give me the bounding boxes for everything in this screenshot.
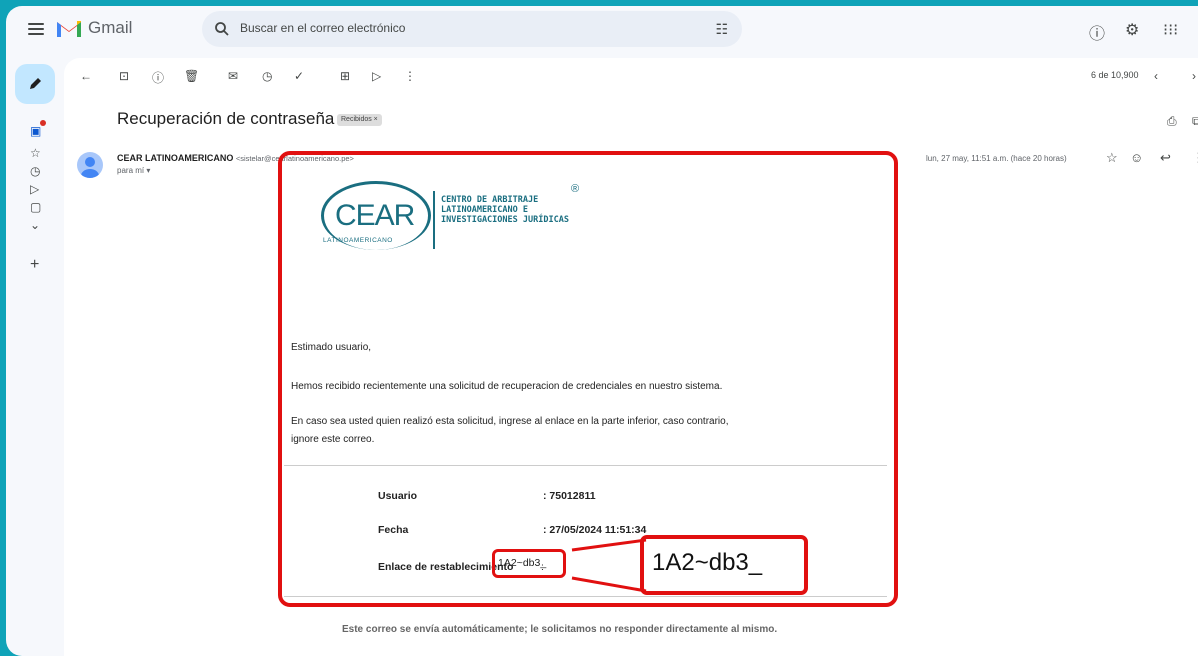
star-icon[interactable]: ☆ xyxy=(1106,150,1118,166)
inbox-label-chip[interactable]: Recibidos × xyxy=(337,114,382,126)
message-count: 6 de 10,900 xyxy=(1091,70,1139,80)
search-input[interactable] xyxy=(238,20,682,36)
compose-button[interactable] xyxy=(15,64,55,104)
sent-icon[interactable]: ▷ xyxy=(30,182,39,196)
registered-mark: ® xyxy=(571,183,580,195)
cear-logo: CEAR LATINOAMERICANO CENTRO DE ARBITRAJE… xyxy=(319,175,589,251)
add-task-icon[interactable]: ✓ xyxy=(294,69,304,83)
mark-unread-icon[interactable]: ✉ xyxy=(228,69,238,83)
email-subject: Recuperación de contraseña xyxy=(117,109,335,128)
paragraph-2-line-2: ignore este correo. xyxy=(291,434,375,445)
org-name-line1: CENTRO DE ARBITRAJE xyxy=(441,195,539,205)
inbox-icon[interactable]: ▣ xyxy=(30,124,41,138)
settings-icon[interactable]: ⚙ xyxy=(1125,20,1139,40)
snooze-icon[interactable]: ◷ xyxy=(262,69,272,83)
older-icon[interactable]: › xyxy=(1192,69,1196,83)
more-options-icon[interactable]: ⋮ xyxy=(404,69,416,83)
reply-icon[interactable]: ↩ xyxy=(1160,150,1171,166)
apps-grid-icon[interactable]: ⁝⁝⁝ xyxy=(1163,20,1178,40)
search-icon[interactable] xyxy=(214,21,230,37)
back-icon[interactable]: ← xyxy=(80,69,92,83)
divider-bottom xyxy=(284,596,887,597)
more-icon[interactable]: ⌄ xyxy=(30,218,40,232)
delete-icon[interactable]: 🗑 xyxy=(184,69,199,83)
help-icon[interactable]: ⓘ xyxy=(1089,20,1105,44)
newer-icon[interactable]: ‹ xyxy=(1154,69,1158,83)
gmail-logo[interactable]: Gmail xyxy=(56,18,132,38)
gmail-m-icon xyxy=(57,21,81,37)
org-name-line3: INVESTIGACIONES JURÍDICAS xyxy=(441,215,569,225)
starred-icon[interactable]: ☆ xyxy=(30,146,41,160)
logo-divider xyxy=(433,191,435,249)
unread-dot xyxy=(40,120,46,126)
gmail-window: Gmail ☷ ⓘ ⚙ ⁝⁝⁝ ▣ ☆ ◷ ▷ ▢ ⌄ + ← ⊡ ⓘ 🗑 ✉ … xyxy=(6,6,1198,656)
add-label-icon[interactable]: + xyxy=(30,256,39,274)
reset-link[interactable]: 1A2~db3_ xyxy=(498,557,546,569)
search-bar[interactable]: ☷ xyxy=(202,11,742,47)
user-label: Usuario xyxy=(378,490,418,502)
pencil-icon xyxy=(30,78,41,89)
date-label: Fecha xyxy=(378,524,409,536)
archive-icon[interactable]: ⊡ xyxy=(119,69,129,83)
sender-avatar xyxy=(77,152,103,178)
org-name: CENTRO DE ARBITRAJE LATINOAMERICANO E IN… xyxy=(441,195,569,225)
print-icon[interactable]: ⎙ xyxy=(1167,114,1177,129)
app-name: Gmail xyxy=(88,18,133,37)
logo-text: CEAR xyxy=(335,199,415,232)
search-options-icon[interactable]: ☷ xyxy=(715,21,728,38)
report-spam-icon[interactable]: ⓘ xyxy=(152,69,164,86)
more-actions-icon[interactable]: ⋮ xyxy=(1192,150,1198,166)
emoji-reaction-icon[interactable]: ☺ xyxy=(1130,150,1143,165)
user-value: : 75012811 xyxy=(543,490,596,502)
snoozed-icon[interactable]: ◷ xyxy=(30,164,40,178)
main-menu-icon[interactable] xyxy=(28,23,44,35)
reset-link-zoomed: 1A2~db3_ xyxy=(652,549,763,576)
move-to-icon[interactable]: ⊞ xyxy=(340,69,350,83)
footer-note: Este correo se envía automáticamente; le… xyxy=(342,624,778,635)
greeting: Estimado usuario, xyxy=(291,342,372,353)
logo-subtext: LATINOAMERICANO xyxy=(323,237,393,244)
drafts-icon[interactable]: ▢ xyxy=(30,200,41,214)
date-value: : 27/05/2024 11:51:34 xyxy=(543,524,647,536)
paragraph-1: Hemos recibido recientemente una solicit… xyxy=(291,381,723,392)
paragraph-2-line-1: En caso sea usted quien realizó esta sol… xyxy=(291,416,729,427)
recipient-dropdown[interactable]: para mí ▾ xyxy=(117,166,150,175)
org-name-line2: LATINOAMERICANO E xyxy=(441,205,528,215)
left-rail: ▣ ☆ ◷ ▷ ▢ ⌄ + xyxy=(6,58,66,656)
top-bar: Gmail ☷ ⓘ ⚙ ⁝⁝⁝ xyxy=(6,6,1198,58)
label-icon[interactable]: ▷ xyxy=(372,69,381,83)
sender-name[interactable]: CEAR LATINOAMERICANO xyxy=(117,153,233,163)
divider-top xyxy=(284,465,887,466)
open-new-window-icon[interactable]: ⧉ xyxy=(1192,114,1198,129)
email-date: lun, 27 may, 11:51 a.m. (hace 20 horas) xyxy=(926,154,1067,163)
